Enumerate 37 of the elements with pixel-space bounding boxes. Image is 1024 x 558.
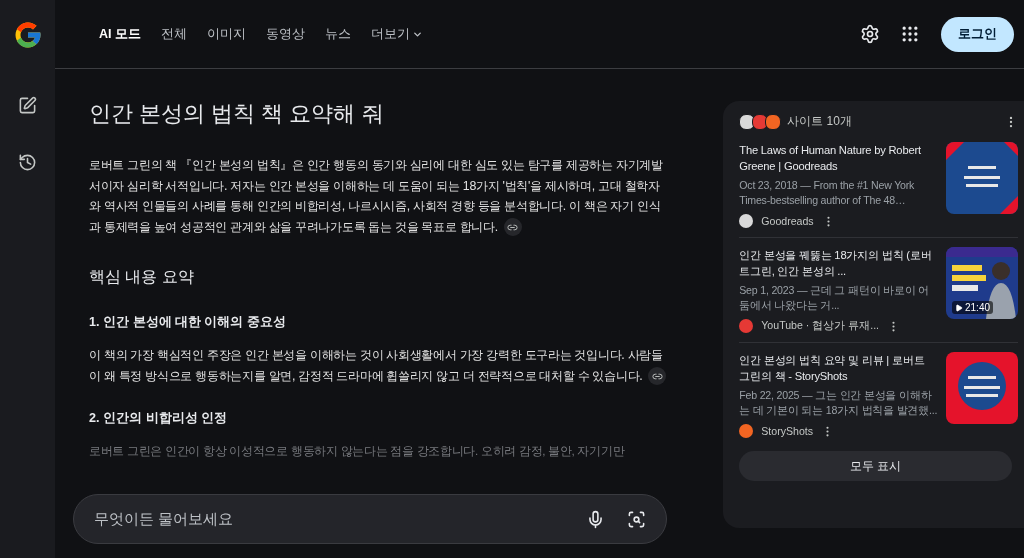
- section-subheading: 1. 인간 본성에 대한 이해의 중요성: [89, 314, 287, 331]
- result-title[interactable]: 인간 본성의 법칙 요약 및 리뷰 | 로버트 그린의 책 - StoryShots: [739, 352, 938, 384]
- video-duration: 21:40: [952, 301, 994, 314]
- result-title[interactable]: The Laws of Human Nature by Robert Greene | Goodreads: [739, 142, 938, 174]
- query-title: 인간 본성의 법칙 책 요약해 줘: [89, 100, 385, 128]
- citation-link-icon[interactable]: [648, 367, 667, 386]
- source-name: StoryShots: [761, 425, 814, 437]
- section-heading: 핵심 내용 요약: [89, 267, 195, 287]
- play-icon: [955, 303, 963, 312]
- login-button[interactable]: 로그인: [941, 16, 1014, 52]
- nav-tab[interactable]: 뉴스: [315, 19, 361, 49]
- citation-link-icon[interactable]: [503, 218, 522, 237]
- ask-bar[interactable]: 무엇이든 물어보세요: [73, 494, 667, 544]
- source-name: Goodreads: [761, 215, 814, 227]
- source-name: YouTube · 협상가 류재...: [761, 319, 880, 333]
- apps-icon[interactable]: [900, 24, 920, 44]
- more-menu[interactable]: 더보기: [361, 19, 433, 49]
- camera-search-icon[interactable]: [627, 509, 646, 529]
- history-icon[interactable]: [18, 153, 37, 172]
- site-count: 사이트 10개: [787, 113, 853, 130]
- answer-paragraph: 이 책의 가장 핵심적인 주장은 인간 본성을 이해하는 것이 사회생활에서 가장 강력한 도구라는 것입니다. 사람들이 왜 특정 방식으로 행동하는지를 알면, 감정적 드라마에 휩쓸리지 않고 더 전략적으로 대처할 수 있습니다.: [89, 345, 669, 386]
- result-snippet: Sep 1, 2023 — 근데 그 패턴이 바로이 어둠에서 나왔다는 거...: [739, 283, 931, 313]
- microphone-icon[interactable]: [586, 509, 605, 529]
- nav-tab[interactable]: 전체: [151, 19, 197, 49]
- result-snippet: Feb 22, 2025 — 그는 인간 본성을 이해하는 데 기본이 되는 18가지 법칙을 발견했...: [739, 388, 938, 418]
- nav-tab[interactable]: 동영상: [256, 19, 315, 49]
- answer-paragraph: 로버트 그린은 인간이 항상 이성적으로 행동하지 않는다는 점을 강조합니다. 오히려 감정, 불안, 자기기만: [89, 443, 626, 459]
- show-all-button[interactable]: 모두 표시: [739, 451, 1012, 481]
- answer-paragraph: 로버트 그린의 책 『인간 본성의 법칙』은 인간 행동의 동기와 심리에 대한 심도 있는 탐구를 제공하는 자기계발서이자 심리학 서적입니다. 저자는 인간 본성을 이해하는 데 도움이 되는 18가지 '법칙'을 제시하며, 고대 철학자와 역사적 인물들의 사례를 통해 인간의 비합리성, 나르시시즘, 사회적 경향 등을 분석합니다. 이 책은 자기 인식과 통제력을 높여 성공적인 관계와 삶을 꾸려나가도록 돕는 것을 목표로 합니다.: [89, 155, 669, 237]
- nav-tab[interactable]: AI 모드: [89, 19, 151, 49]
- section-subheading: 2. 인간의 비합리성 인정: [89, 410, 228, 427]
- result-snippet: Oct 23, 2018 — From the #1 New York Times-bestselling author of The 48…: [739, 178, 916, 208]
- settings-icon[interactable]: [860, 24, 880, 44]
- new-chat-icon[interactable]: [18, 96, 37, 115]
- result-title[interactable]: 인간 본성을 꿰뚫는 18가지의 법칙 (로버트그린, 인간 본성의 ...: [739, 247, 938, 279]
- ask-field[interactable]: 무엇이든 물어보세요: [92, 510, 564, 528]
- nav-tab[interactable]: 이미지: [197, 19, 256, 49]
